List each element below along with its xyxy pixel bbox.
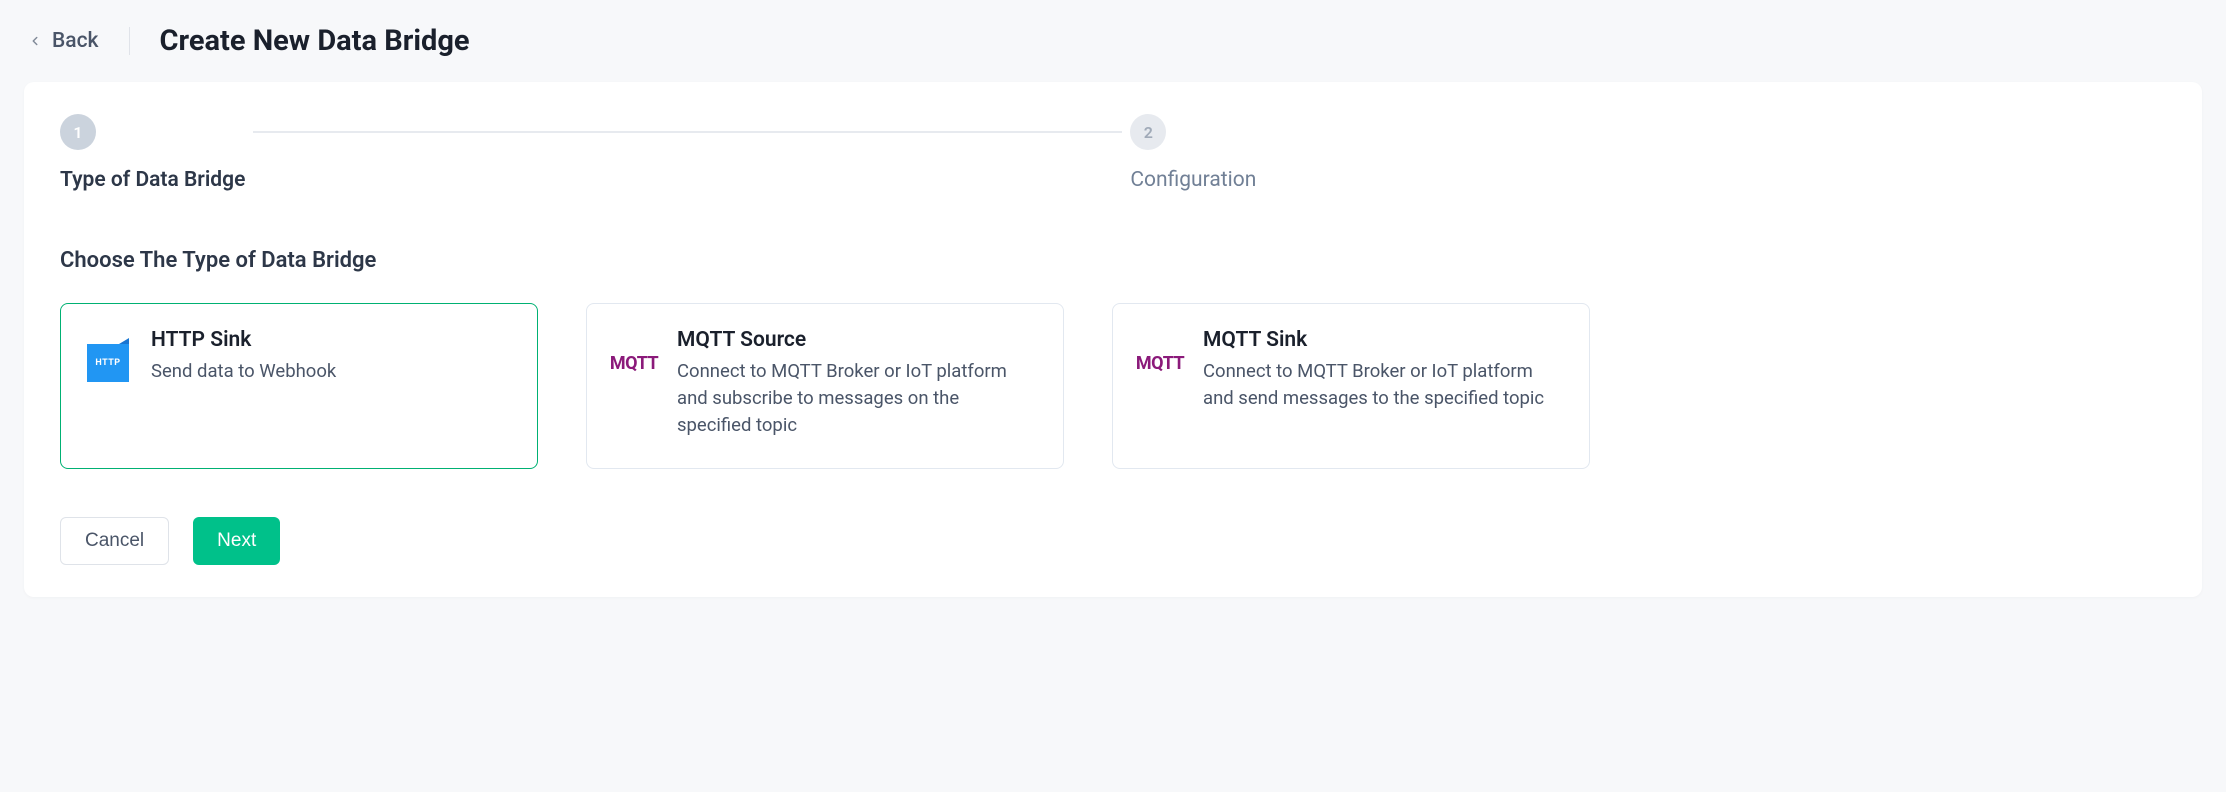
option-mqtt-source-title: MQTT Source: [677, 328, 1037, 352]
option-mqtt-sink-content: MQTT Sink Connect to MQTT Broker or IoT …: [1203, 328, 1563, 412]
page-header: Back Create New Data Bridge: [0, 0, 2226, 82]
stepper: 1 Type of Data Bridge 2 Configuration: [60, 114, 2166, 192]
option-mqtt-source[interactable]: MQTT MQTT Source Connect to MQTT Broker …: [586, 303, 1064, 469]
option-http-sink-title: HTTP Sink: [151, 328, 511, 352]
mqtt-icon: MQTT: [1139, 342, 1181, 384]
option-http-sink-desc: Send data to Webhook: [151, 358, 511, 385]
option-mqtt-sink-desc: Connect to MQTT Broker or IoT platform a…: [1203, 358, 1563, 412]
back-label: Back: [52, 29, 99, 53]
step-1-circle: 1: [60, 114, 96, 150]
wizard-card: 1 Type of Data Bridge 2 Configuration Ch…: [24, 82, 2202, 597]
option-mqtt-sink[interactable]: MQTT MQTT Sink Connect to MQTT Broker or…: [1112, 303, 1590, 469]
header-divider: [129, 27, 130, 55]
step-1: 1 Type of Data Bridge: [60, 114, 245, 192]
step-2-label: Configuration: [1130, 168, 1256, 192]
option-mqtt-source-desc: Connect to MQTT Broker or IoT platform a…: [677, 358, 1037, 438]
option-mqtt-source-content: MQTT Source Connect to MQTT Broker or Io…: [677, 328, 1037, 438]
page-title: Create New Data Bridge: [160, 24, 470, 58]
option-http-sink[interactable]: HTTP HTTP Sink Send data to Webhook: [60, 303, 538, 469]
section-title: Choose The Type of Data Bridge: [60, 248, 2166, 273]
step-2: 2 Configuration: [1130, 114, 1256, 192]
wizard-actions: Cancel Next: [60, 517, 2166, 565]
back-button[interactable]: Back: [28, 29, 99, 53]
option-http-sink-content: HTTP Sink Send data to Webhook: [151, 328, 511, 385]
cancel-button[interactable]: Cancel: [60, 517, 169, 565]
next-button[interactable]: Next: [193, 517, 280, 565]
stepper-line: [253, 131, 1122, 133]
step-1-label: Type of Data Bridge: [60, 168, 245, 192]
mqtt-icon: MQTT: [613, 342, 655, 384]
step-2-circle: 2: [1130, 114, 1166, 150]
bridge-type-options: HTTP HTTP Sink Send data to Webhook MQTT…: [60, 303, 2166, 469]
http-icon: HTTP: [87, 342, 129, 384]
chevron-left-icon: [28, 34, 42, 48]
option-mqtt-sink-title: MQTT Sink: [1203, 328, 1563, 352]
